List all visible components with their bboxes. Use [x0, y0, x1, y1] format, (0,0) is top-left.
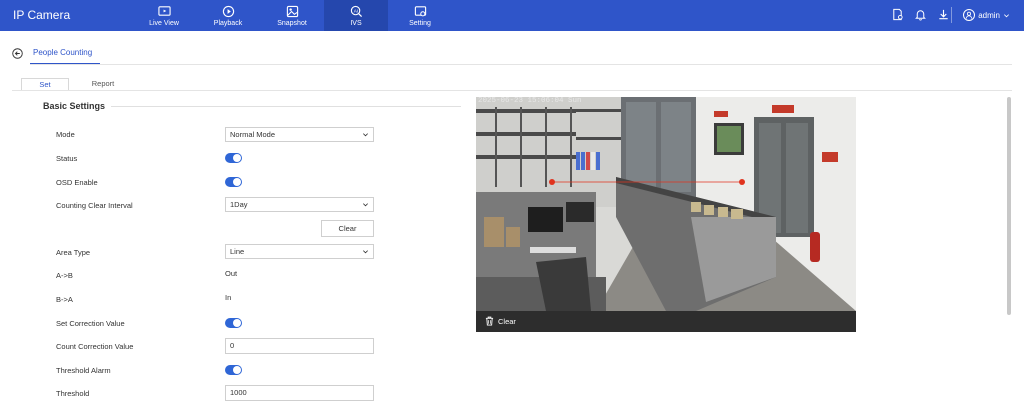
page-header-divider [30, 64, 1012, 65]
mode-value: Normal Mode [230, 130, 276, 139]
nav-label-setting: Setting [409, 20, 431, 27]
clear-drawing-label: Clear [498, 316, 516, 326]
counting-clear-interval-label: Counting Clear Interval [56, 201, 133, 210]
area-type-value: Line [230, 247, 245, 256]
vertical-scrollbar[interactable] [1007, 97, 1011, 315]
count-correction-value-label: Count Correction Value [56, 342, 134, 351]
nav-snapshot[interactable]: Snapshot [260, 0, 324, 31]
page-header: People Counting [0, 44, 1024, 65]
video-preview[interactable]: 2025-06-23 15:06:04 Sun Clear [476, 97, 856, 332]
back-arrow-icon[interactable] [12, 48, 23, 59]
mode-select[interactable]: Normal Mode [225, 127, 374, 142]
live-view-icon [157, 6, 171, 16]
top-bar: IP Camera Live View Playback Snapshot AI… [0, 0, 1024, 31]
header-actions [891, 8, 950, 21]
set-correction-value-label: Set Correction Value [56, 319, 125, 328]
status-toggle[interactable] [225, 153, 242, 163]
chevron-down-icon [363, 250, 368, 254]
app-title: IP Camera [13, 8, 71, 22]
section-divider [111, 106, 461, 107]
bell-icon[interactable] [914, 8, 927, 21]
set-correction-value-toggle[interactable] [225, 318, 242, 328]
threshold-label: Threshold [56, 389, 90, 398]
download-icon[interactable] [937, 8, 950, 21]
area-type-select[interactable]: Line [225, 244, 374, 259]
ivs-icon: AI [350, 5, 362, 18]
subtab-divider [12, 90, 1012, 91]
count-correction-value-input[interactable]: 0 [225, 338, 374, 354]
nav-ivs[interactable]: AI IVS [324, 0, 388, 31]
nav-playback[interactable]: Playback [196, 0, 260, 31]
chevron-down-icon [363, 133, 368, 137]
clear-drawing-button[interactable]: Clear [485, 316, 516, 326]
video-timestamp: 2025-06-23 15:06:04 Sun [478, 97, 582, 105]
threshold-alarm-toggle[interactable] [225, 365, 242, 375]
section-title: Basic Settings [43, 101, 106, 111]
file-settings-icon[interactable] [891, 8, 904, 21]
nav-setting[interactable]: Setting [388, 0, 452, 31]
tab-people-counting[interactable]: People Counting [33, 48, 92, 57]
clear-count-button[interactable]: Clear [321, 220, 374, 237]
header-separator [951, 7, 953, 23]
chevron-down-icon [1004, 13, 1009, 17]
snapshot-icon [286, 5, 298, 18]
a-to-b-label: A->B [56, 271, 73, 280]
osd-enable-label: OSD Enable [56, 178, 98, 187]
camera-scene [476, 97, 856, 311]
main-nav: Live View Playback Snapshot AI IVS Setti… [132, 0, 452, 31]
trash-icon [485, 316, 494, 326]
user-menu[interactable]: admin [951, 7, 1010, 23]
counting-clear-interval-select[interactable]: 1Day [225, 197, 374, 212]
a-to-b-value: Out [225, 269, 238, 278]
threshold-input[interactable]: 1000 [225, 385, 374, 401]
nav-label-playback: Playback [213, 20, 243, 27]
chevron-down-icon [363, 203, 368, 207]
mode-label: Mode [56, 130, 75, 139]
interval-value: 1Day [230, 200, 248, 209]
video-toolbar: Clear [476, 311, 856, 332]
playback-icon [222, 5, 234, 18]
nav-live-view[interactable]: Live View [132, 0, 196, 31]
status-label: Status [56, 154, 78, 163]
osd-enable-toggle[interactable] [225, 177, 242, 187]
setting-icon [414, 6, 426, 17]
nav-label-ivs: IVS [350, 20, 362, 27]
b-to-a-label: B->A [56, 295, 73, 304]
nav-label-snapshot: Snapshot [277, 20, 307, 27]
nav-label-live-view: Live View [149, 20, 179, 27]
b-to-a-value: In [225, 293, 232, 302]
area-type-label: Area Type [56, 248, 91, 257]
user-name: admin [978, 10, 1000, 20]
svg-text:AI: AI [353, 8, 357, 13]
threshold-alarm-label: Threshold Alarm [56, 366, 111, 375]
avatar-icon [963, 9, 976, 21]
